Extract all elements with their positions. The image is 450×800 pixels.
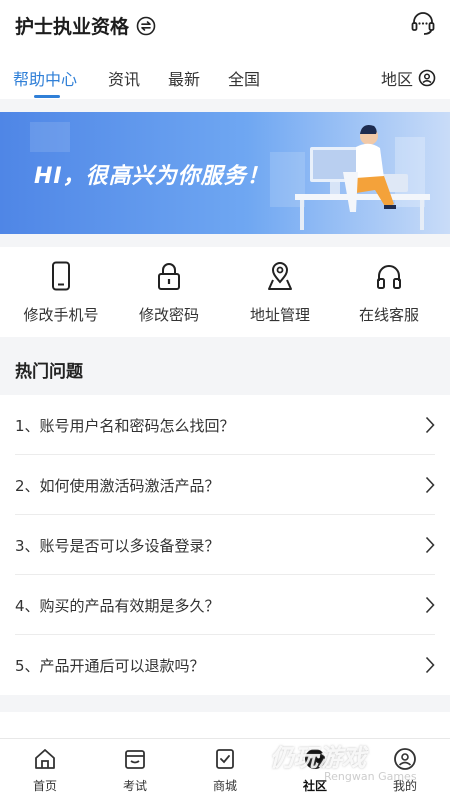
- faq-item[interactable]: 5、产品开通后可以退款吗？: [15, 635, 435, 695]
- watermark-subtitle: Rengwan Games: [324, 770, 417, 783]
- lock-icon: [158, 263, 180, 290]
- tab-news[interactable]: 资讯: [108, 66, 140, 90]
- chevron-right-icon: [425, 656, 435, 674]
- faq-list: 1、账号用户名和密码怎么找回？ 2、如何使用激活码激活产品？ 3、账号是否可以多…: [0, 395, 450, 695]
- quick-actions: 修改手机号 修改密码 地址管理 在线客服: [0, 247, 450, 337]
- faq-question: 1、账号用户名和密码怎么找回？: [15, 417, 235, 435]
- shop-icon: [216, 749, 234, 769]
- faq-item[interactable]: 1、账号用户名和密码怎么找回？: [15, 395, 435, 455]
- location-icon: [268, 262, 292, 290]
- change-password-button[interactable]: 修改密码: [113, 247, 225, 337]
- tab-nationwide[interactable]: 全国: [228, 66, 260, 90]
- customer-service-icon[interactable]: [410, 10, 436, 36]
- nav-home[interactable]: 首页: [0, 739, 90, 800]
- nav-shop-label: 商城: [212, 779, 237, 793]
- faq-question: 4、购买的产品有效期是多久？: [15, 597, 220, 615]
- switch-exam-icon[interactable]: [136, 16, 156, 36]
- nav-home-label: 首页: [32, 779, 57, 793]
- hot-questions-title: 热门问题: [15, 362, 83, 382]
- tab-latest[interactable]: 最新: [168, 66, 200, 90]
- app-header: 护士执业资格: [0, 0, 450, 52]
- banner-greeting: HI，很高兴为你服务！: [34, 164, 270, 189]
- change-phone-button[interactable]: 修改手机号: [5, 247, 117, 337]
- tab-help-center[interactable]: 帮助中心: [13, 66, 77, 90]
- faq-item[interactable]: 3、账号是否可以多设备登录？: [15, 515, 435, 575]
- exam-icon: [125, 750, 145, 769]
- nav-shop[interactable]: 商城: [180, 739, 270, 800]
- app-title[interactable]: 护士执业资格: [15, 12, 156, 39]
- chevron-right-icon: [425, 416, 435, 434]
- faq-item[interactable]: 2、如何使用激活码激活产品？: [15, 455, 435, 515]
- service-banner[interactable]: HI，很高兴为你服务！: [0, 112, 450, 234]
- watermark-logo: 仍玩游戏: [270, 744, 366, 772]
- home-icon: [35, 749, 55, 769]
- online-service-button[interactable]: 在线客服: [333, 247, 445, 337]
- nav-exam-label: 考试: [122, 779, 147, 793]
- nav-exam[interactable]: 考试: [90, 739, 180, 800]
- active-tab-indicator: [34, 95, 60, 98]
- region-label: 地区: [380, 70, 413, 89]
- chevron-right-icon: [425, 476, 435, 494]
- app-title-text: 护士执业资格: [15, 16, 130, 38]
- user-location-icon: [418, 69, 436, 87]
- profile-icon: [394, 748, 416, 770]
- region-selector[interactable]: 地区: [381, 66, 436, 90]
- faq-item[interactable]: 4、购买的产品有效期是多久？: [15, 575, 435, 635]
- headphones-icon: [377, 265, 401, 289]
- change-password-label: 修改密码: [138, 306, 199, 324]
- address-management-label: 地址管理: [249, 306, 310, 324]
- faq-question: 2、如何使用激活码激活产品？: [15, 477, 220, 495]
- faq-question: 3、账号是否可以多设备登录？: [15, 537, 220, 555]
- online-service-label: 在线客服: [358, 306, 419, 324]
- chevron-right-icon: [425, 596, 435, 614]
- address-management-button[interactable]: 地址管理: [224, 247, 336, 337]
- faq-question: 5、产品开通后可以退款吗？: [15, 657, 205, 675]
- content-bottom-strip: [0, 712, 450, 738]
- phone-icon: [52, 261, 70, 291]
- chevron-right-icon: [425, 536, 435, 554]
- tab-bar: 帮助中心 资讯 最新 全国 地区: [0, 52, 450, 99]
- change-phone-label: 修改手机号: [23, 306, 99, 324]
- bottom-nav: 首页 考试 商城 社区 我的: [0, 738, 450, 800]
